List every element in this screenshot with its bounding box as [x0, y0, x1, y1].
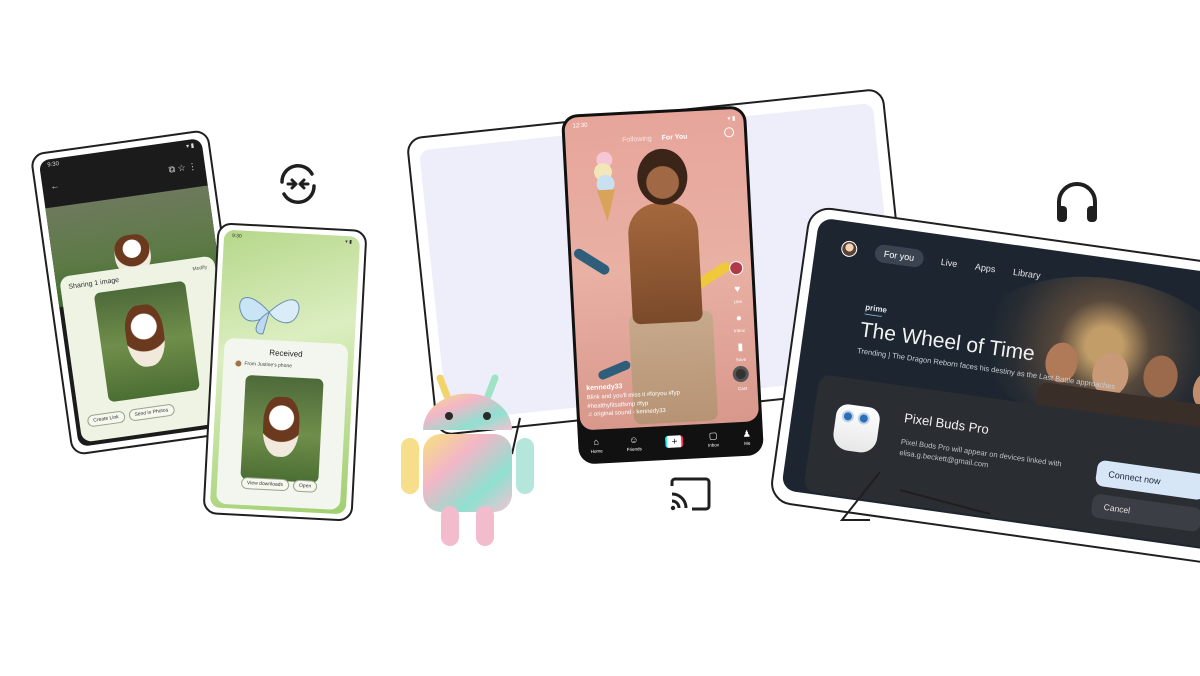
- nav-friends-label: Friends: [626, 446, 642, 453]
- tab-library[interactable]: Library: [1013, 267, 1042, 281]
- nav-friends[interactable]: ☺ Friends: [626, 434, 642, 453]
- status-time: 12:30: [572, 122, 588, 130]
- cast-label: Cast: [737, 385, 748, 392]
- decor-swoosh: [596, 359, 632, 381]
- status-icons: ▾ ▮: [727, 115, 736, 123]
- tab-live[interactable]: Live: [940, 257, 958, 269]
- tv-nav: For you Live Apps Library: [840, 239, 1042, 285]
- person-figure: [626, 201, 703, 325]
- nav-me[interactable]: ♟ Me: [742, 428, 752, 446]
- friends-icon: ☺: [628, 434, 639, 445]
- tab-for-you[interactable]: For You: [662, 133, 688, 141]
- bookmark-icon[interactable]: ▮: [734, 342, 747, 355]
- heart-icon[interactable]: ♥: [731, 284, 744, 297]
- received-title: Received: [269, 348, 303, 359]
- headphones-icon: [1057, 182, 1097, 222]
- creator-avatar[interactable]: [728, 260, 744, 276]
- butterfly-wallpaper: [239, 297, 300, 335]
- connect-now-button[interactable]: Connect now: [1094, 459, 1200, 501]
- decor-swoosh: [572, 246, 612, 277]
- inbox-icon: ▢: [708, 430, 718, 441]
- tab-following[interactable]: Following: [622, 135, 652, 144]
- phone-received-screen: 9:30 ▾ ▮ Received From Justine's phone Vi…: [209, 229, 361, 515]
- phone-received: 9:30 ▾ ▮ Received From Justine's phone Vi…: [202, 222, 368, 522]
- nav-home[interactable]: ⌂ Home: [590, 437, 603, 454]
- android-robot: [401, 374, 534, 546]
- send-in-photos-button[interactable]: Send in Photos: [127, 403, 175, 422]
- status-bar: 9:30 ▾ ▮: [231, 233, 353, 246]
- modify-link[interactable]: Modify: [192, 264, 208, 273]
- shared-image-preview: [93, 280, 201, 403]
- nav-home-label: Home: [590, 448, 603, 454]
- received-sheet: Received From Justine's phone View downl…: [216, 337, 349, 511]
- video-caption: kennedy33 Blink and you'll miss it #fory…: [586, 377, 723, 420]
- nav-inbox[interactable]: ▢ Inbox: [707, 430, 720, 448]
- video-app-phone: 12:30 ▾ ▮ Following For You ♥ Like ● Inb…: [560, 105, 765, 465]
- earbuds-case-image: [831, 402, 882, 455]
- profile-icon: ♟: [742, 428, 752, 439]
- profile-avatar[interactable]: [840, 239, 859, 258]
- home-icon: ⌂: [593, 436, 600, 447]
- device-title: Pixel Buds Pro: [903, 410, 990, 437]
- comment-icon[interactable]: ●: [733, 313, 746, 326]
- cast-icon: [670, 477, 711, 511]
- create-link-button[interactable]: Create Link: [86, 410, 126, 428]
- dog-image: [121, 302, 169, 370]
- create-button[interactable]: +: [665, 435, 684, 449]
- sender-label: From Justine's phone: [244, 360, 293, 370]
- inbox-label: Inbox: [733, 327, 746, 334]
- save-label: Save: [735, 356, 747, 363]
- earbud-left: [841, 409, 855, 424]
- tv-stand: [840, 471, 991, 521]
- toolbar-icons: ⧉ ☆ ⋮: [167, 160, 198, 175]
- tab-for-you[interactable]: For you: [873, 243, 925, 269]
- sender-avatar: [235, 360, 242, 367]
- like-label: Like: [733, 298, 743, 305]
- sync-icon: [280, 164, 316, 204]
- video-scene[interactable]: 12:30 ▾ ▮ Following For You ♥ Like ● Inb…: [564, 108, 760, 431]
- received-image[interactable]: [240, 374, 324, 483]
- view-downloads-button[interactable]: View downloads: [240, 476, 290, 492]
- nav-me-label: Me: [743, 440, 751, 446]
- person-figure: [635, 147, 689, 207]
- share-sheet-title: Sharing 1 image: [68, 276, 120, 291]
- ice-cream-cone: [594, 151, 615, 222]
- dog-image: [261, 395, 301, 458]
- back-arrow-icon[interactable]: ←: [50, 180, 60, 191]
- cancel-button[interactable]: Cancel: [1090, 493, 1200, 533]
- nav-inbox-label: Inbox: [707, 442, 720, 448]
- earbud-right: [857, 411, 871, 426]
- sender-row: From Justine's phone: [235, 360, 341, 372]
- open-button[interactable]: Open: [292, 479, 318, 493]
- tab-apps[interactable]: Apps: [974, 262, 996, 275]
